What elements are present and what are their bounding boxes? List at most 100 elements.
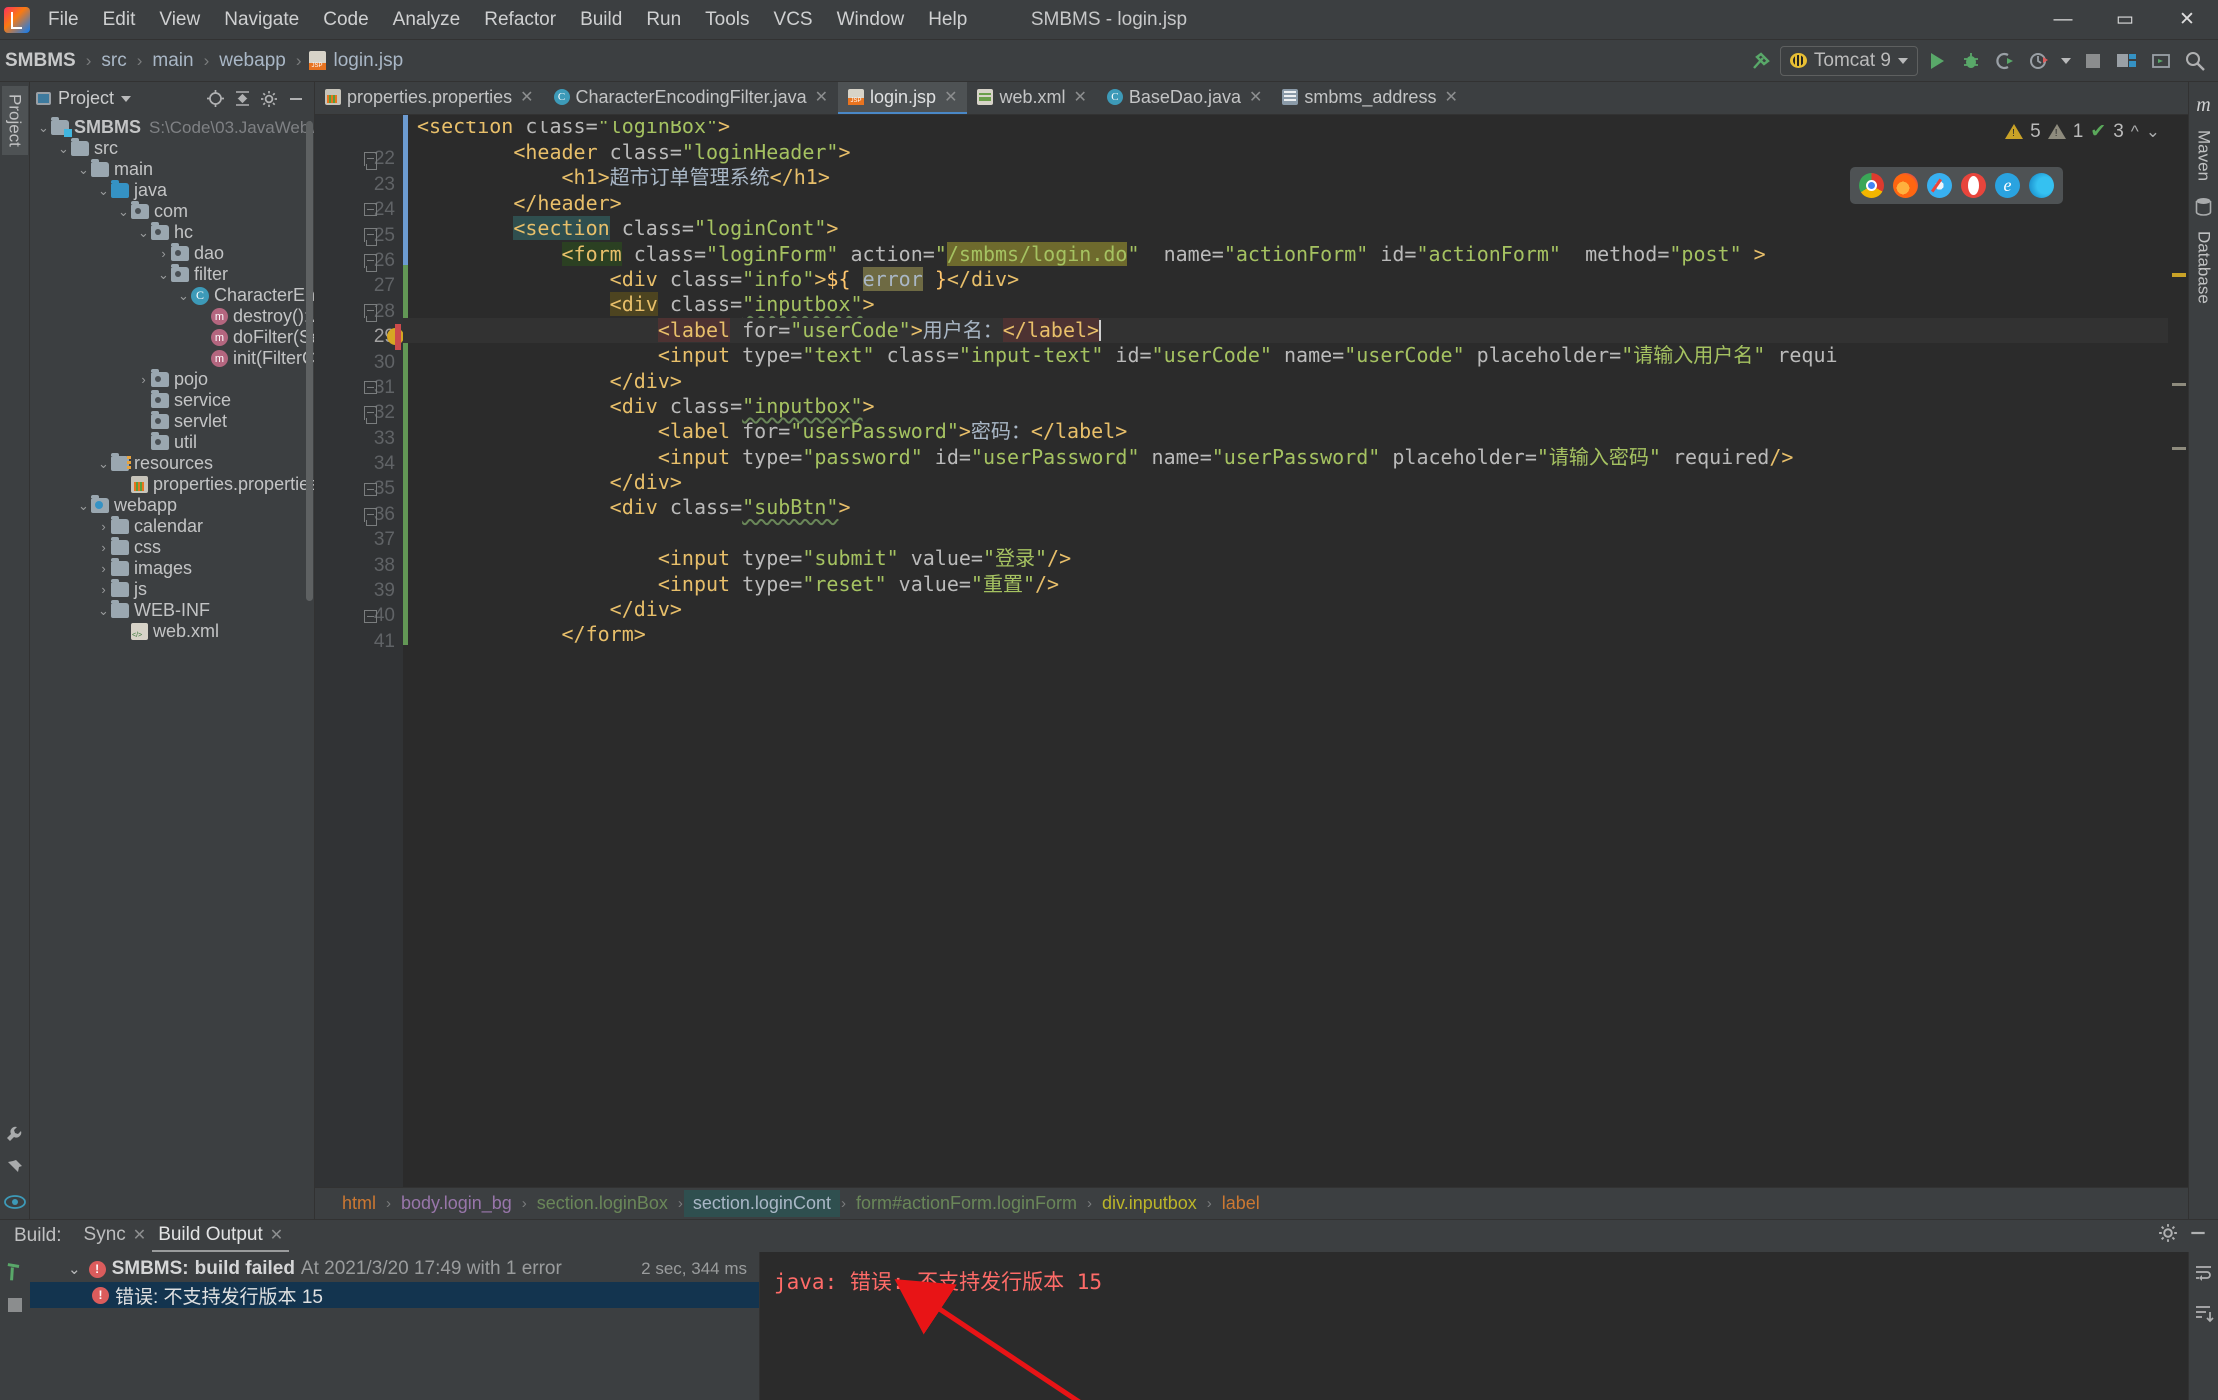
editor-tab-characterencodingfilter-java[interactable]: C CharacterEncodingFilter.java ✕ [544, 82, 839, 114]
build-tools-icon[interactable] [1, 1117, 29, 1151]
code-line-39[interactable]: <input type="reset" value="重置"/> [403, 572, 2188, 597]
code-line-38[interactable]: <input type="submit" value="登录"/> [403, 546, 2188, 571]
toggle-soft-wrap-icon[interactable] [2193, 1262, 2214, 1289]
chevron-down-icon[interactable]: ⌄ [36, 120, 51, 136]
close-icon[interactable]: ✕ [520, 87, 533, 107]
chrome-icon[interactable] [1859, 173, 1884, 198]
tree-node-js[interactable]: › js [30, 579, 314, 600]
debug-button[interactable] [1956, 46, 1986, 76]
chevron-down-icon[interactable]: ⌄ [116, 204, 131, 220]
chevron-down-icon[interactable]: ⌄ [56, 141, 71, 157]
chevron-right-icon[interactable]: › [96, 540, 111, 555]
editor-tab-properties-properties[interactable]: properties.properties ✕ [315, 82, 544, 114]
build-tab-sync[interactable]: Sync ✕ [78, 1220, 153, 1252]
tool-window-tab-database[interactable]: Database [2191, 223, 2217, 312]
edge-icon[interactable] [2029, 173, 2054, 198]
menu-item-refactor[interactable]: Refactor [472, 4, 568, 36]
tree-node-dofilter-servletr[interactable]: ·m doFilter(ServletR [30, 327, 314, 348]
tree-node-hc[interactable]: ⌄ hc [30, 222, 314, 243]
fold-marker[interactable] [359, 223, 381, 248]
code-line-37[interactable] [403, 521, 2188, 546]
chevron-right-icon[interactable]: › [136, 372, 151, 387]
project-tree[interactable]: ⌄SMBMSS:\Code\03.JavaWeb\SMBMS⌄src⌄main⌄… [30, 115, 314, 1219]
element-breadcrumbs[interactable]: html › body.login_bg › section.loginBox › sect… [315, 1187, 2188, 1219]
menu-item-navigate[interactable]: Navigate [212, 4, 311, 36]
code-line-41[interactable]: </form> [403, 622, 2188, 647]
maximize-button[interactable]: ▭ [2094, 0, 2156, 40]
menu-item-build[interactable]: Build [568, 4, 634, 36]
code-line-30[interactable]: <input type="text" class="input-text" id… [403, 343, 2188, 368]
rerun-build-icon[interactable] [0, 1254, 33, 1292]
safari-icon[interactable] [1927, 173, 1952, 198]
code-line-29[interactable]: <label for="userCode">用户名：</label> [403, 317, 2188, 344]
code-line-34[interactable]: <input type="password" id="userPassword"… [403, 445, 2188, 470]
build-hammer-icon[interactable] [1746, 46, 1776, 76]
tree-node-service[interactable]: · service [30, 390, 314, 411]
code-editor[interactable]: 5 1 ✔ 3 ^ ⌄ [403, 115, 2188, 1187]
close-icon[interactable]: ✕ [133, 1225, 146, 1245]
favorites-pin-icon[interactable] [1, 1151, 29, 1185]
updates-button[interactable] [2146, 46, 2176, 76]
profile-button[interactable] [2024, 46, 2054, 76]
close-icon[interactable]: ✕ [1249, 87, 1262, 107]
inspection-widget[interactable]: 5 1 ✔ 3 ^ ⌄ [2005, 120, 2160, 143]
build-output-tree[interactable]: ⌄ ! SMBMS: build failed At 2021/3/20 17:… [30, 1252, 760, 1400]
chevron-down-icon[interactable]: ⌄ [68, 1260, 81, 1278]
tree-node-filter[interactable]: ⌄ filter [30, 264, 314, 285]
chevron-down-icon[interactable]: ⌄ [156, 267, 171, 283]
hide-panel-icon[interactable] [284, 87, 308, 111]
tree-node-servlet[interactable]: · servlet [30, 411, 314, 432]
firefox-icon[interactable] [1893, 173, 1918, 198]
code-line-40[interactable]: </div> [403, 597, 2188, 622]
navbar-crumb-project[interactable]: SMBMS [2, 48, 79, 74]
tool-window-tab-maven[interactable]: Maven [2191, 122, 2217, 189]
stop-build-icon[interactable] [8, 1298, 22, 1312]
tree-node-properties-properties[interactable]: · properties.properties [30, 474, 314, 495]
build-tab-build-output[interactable]: Build Output ✕ [152, 1220, 290, 1252]
chevron-down-icon[interactable]: ⌄ [176, 288, 191, 304]
build-settings-gear-icon[interactable] [2158, 1223, 2178, 1249]
tree-node-characterencodingf[interactable]: ⌄C CharacterEncodingF [30, 285, 314, 306]
run-with-coverage-button[interactable] [1990, 46, 2020, 76]
stop-button[interactable] [2078, 46, 2108, 76]
fold-marker[interactable] [359, 603, 381, 628]
breadcrumb-item-form-actionform-loginform[interactable]: form#actionForm.loginForm [847, 1190, 1086, 1217]
breadcrumb-item-div-inputbox[interactable]: div.inputbox [1093, 1190, 1206, 1217]
menu-item-vcs[interactable]: VCS [762, 4, 825, 36]
tree-node-resources[interactable]: ⌄ resources [30, 453, 314, 474]
tree-node-destroy-void[interactable]: ·m destroy():void [30, 306, 314, 327]
locate-file-icon[interactable] [203, 87, 227, 111]
code-line-27[interactable]: <div class="info">${ error }</div> [403, 266, 2188, 292]
code-line-33[interactable]: <label for="userPassword">密码：</label> [403, 419, 2188, 444]
code-line-35[interactable]: </div> [403, 470, 2188, 495]
ie-icon[interactable]: e [1995, 173, 2020, 198]
fold-marker[interactable] [359, 197, 381, 222]
search-everywhere-icon[interactable] [2180, 46, 2210, 76]
run-configuration-selector[interactable]: Tomcat 9 [1779, 45, 1918, 76]
close-icon[interactable]: ✕ [1444, 87, 1457, 107]
menu-item-view[interactable]: View [147, 4, 212, 36]
chevron-right-icon[interactable]: › [156, 246, 171, 261]
editor-tab-basedao-java[interactable]: C BaseDao.java ✕ [1097, 82, 1272, 114]
menu-item-edit[interactable]: Edit [91, 4, 148, 36]
code-line-36[interactable]: <div class="subBtn"> [403, 495, 2188, 520]
chevron-down-icon[interactable]: ⌄ [96, 603, 111, 619]
sort-output-icon[interactable] [2193, 1303, 2214, 1330]
tree-node-java[interactable]: ⌄ java [30, 180, 314, 201]
chevron-right-icon[interactable]: › [96, 519, 111, 534]
editor-scrollbar[interactable] [2168, 115, 2188, 1187]
run-button[interactable] [1922, 46, 1952, 76]
close-icon[interactable]: ✕ [270, 1225, 283, 1245]
tree-node-web-xml[interactable]: · web.xml [30, 621, 314, 642]
build-tree-error-row[interactable]: ! 错误: 不支持发行版本 15 [30, 1282, 759, 1308]
menu-item-window[interactable]: Window [825, 4, 917, 36]
code-line-21[interactable]: <section class="loginBox"> [403, 121, 2188, 140]
fold-marker[interactable] [359, 299, 381, 324]
editor-tab-web-xml[interactable]: web.xml ✕ [967, 82, 1096, 114]
collapse-all-icon[interactable] [230, 87, 254, 111]
breadcrumb-item-body-login-bg[interactable]: body.login_bg [392, 1190, 521, 1217]
code-line-26[interactable]: <form class="loginForm" action="/smbms/l… [403, 241, 2188, 267]
close-button[interactable]: ✕ [2156, 0, 2218, 40]
editor-gutter[interactable]: 22 23 24 25 26 27 28 29 30 31 32 33 34 35 36 37 38 39 40 41 [315, 115, 404, 1187]
prev-problem-icon[interactable]: ^ [2131, 122, 2139, 142]
